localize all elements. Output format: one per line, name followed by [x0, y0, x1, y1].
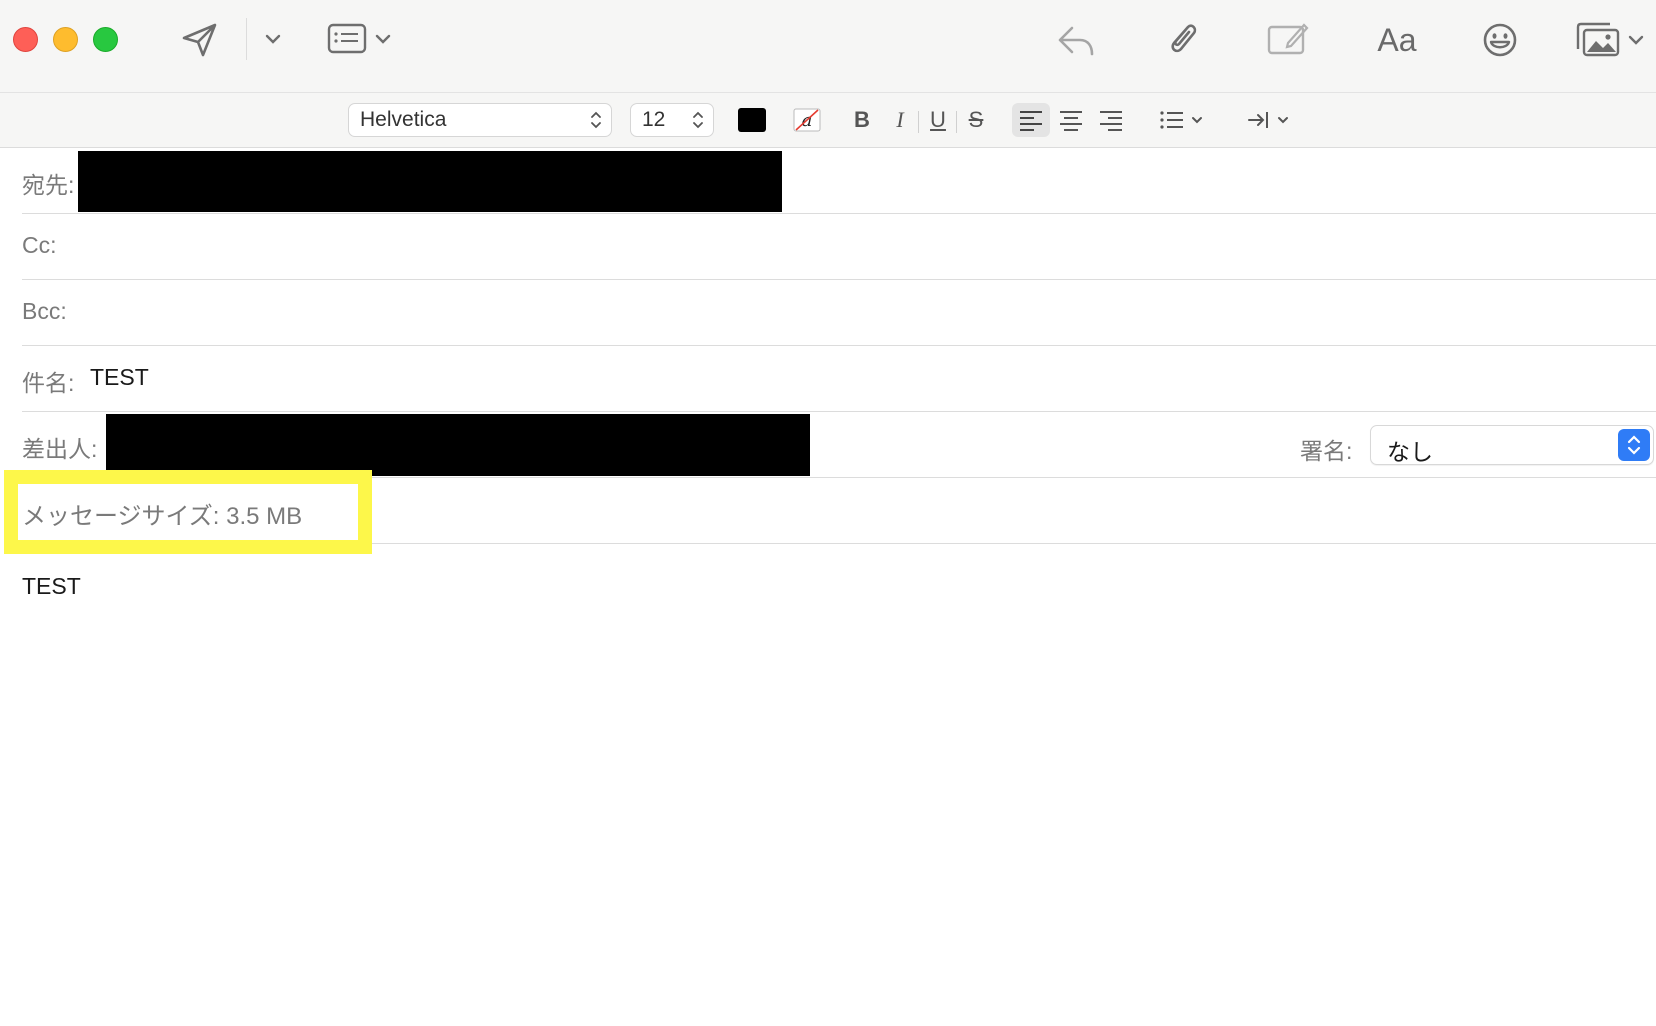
subject-field-row[interactable]: 件名: TEST — [22, 346, 1656, 412]
from-field-row: 差出人: 署名: なし — [22, 412, 1656, 478]
bullet-list-icon — [1160, 111, 1202, 129]
signature-label: 署名: — [1300, 438, 1353, 464]
to-label: 宛先: — [22, 172, 75, 198]
align-center-button[interactable] — [1052, 103, 1090, 137]
subject-label: 件名: — [22, 370, 75, 396]
markup-button[interactable] — [1266, 18, 1310, 58]
bold-button[interactable]: B — [848, 103, 876, 137]
font-size-value: 12 — [642, 108, 666, 131]
from-label: 差出人: — [22, 436, 98, 462]
redacted-sender[interactable] — [106, 414, 810, 476]
emoji-icon — [1483, 23, 1517, 57]
toolbar-separator — [246, 18, 247, 60]
attach-button[interactable] — [1162, 18, 1202, 60]
italic-button[interactable]: I — [886, 103, 914, 137]
window-toolbar: Aa — [0, 0, 1656, 92]
zoom-window-button[interactable] — [93, 27, 118, 52]
header-fields-icon — [327, 23, 391, 54]
send-button[interactable] — [178, 20, 222, 60]
format-separator — [956, 111, 957, 133]
photo-browser-icon — [1576, 22, 1644, 57]
font-family-select[interactable]: Helvetica — [348, 103, 612, 137]
markup-icon — [1267, 23, 1309, 55]
message-body[interactable]: TEST — [22, 573, 81, 600]
reply-button[interactable] — [1055, 20, 1097, 60]
align-right-button[interactable] — [1092, 103, 1130, 137]
strikethrough-button[interactable]: S — [962, 103, 990, 137]
emoji-button[interactable] — [1480, 20, 1520, 60]
underline-button[interactable]: U — [924, 103, 952, 137]
indent-button[interactable] — [1246, 103, 1294, 137]
signature-stepper[interactable] — [1618, 429, 1650, 461]
cc-label: Cc: — [22, 232, 57, 258]
redacted-recipient — [78, 151, 782, 212]
photo-browser-button[interactable] — [1574, 20, 1646, 60]
format-separator — [918, 111, 919, 133]
reply-icon — [1058, 26, 1094, 56]
subject-value[interactable]: TEST — [90, 364, 149, 391]
background-color-button[interactable]: a — [790, 103, 824, 137]
cc-field-row[interactable]: Cc: — [22, 214, 1656, 280]
align-center-icon — [1060, 111, 1082, 131]
align-left-button[interactable] — [1012, 103, 1050, 137]
signature-select[interactable]: なし — [1370, 425, 1654, 465]
up-down-arrows-icon — [1627, 435, 1641, 455]
close-window-button[interactable] — [13, 27, 38, 52]
up-down-arrows-icon — [693, 111, 703, 129]
message-size-label: メッセージサイズ: 3.5 MB — [22, 503, 303, 530]
paper-plane-icon — [182, 23, 217, 57]
text-color-swatch[interactable] — [738, 108, 766, 132]
to-field-row[interactable]: 宛先: — [22, 148, 1656, 214]
format-button[interactable]: Aa — [1372, 20, 1422, 60]
signature-value: なし — [1387, 439, 1433, 465]
align-left-icon — [1020, 111, 1042, 131]
send-options-dropdown[interactable] — [262, 28, 284, 50]
chevron-down-icon — [265, 34, 281, 44]
format-bar: Helvetica 12 a B I U S — [0, 92, 1656, 148]
list-style-button[interactable] — [1158, 103, 1208, 137]
font-family-value: Helvetica — [360, 108, 447, 131]
align-right-icon — [1100, 111, 1122, 131]
paperclip-icon — [1171, 24, 1197, 53]
header-fields-button[interactable] — [326, 20, 398, 58]
bcc-field-row[interactable]: Bcc: — [22, 280, 1656, 346]
background-color-icon: a — [793, 108, 821, 132]
minimize-window-button[interactable] — [53, 27, 78, 52]
bcc-label: Bcc: — [22, 298, 67, 324]
up-down-arrows-icon — [591, 111, 601, 129]
indent-icon — [1248, 112, 1288, 128]
font-size-select[interactable]: 12 — [630, 103, 714, 137]
